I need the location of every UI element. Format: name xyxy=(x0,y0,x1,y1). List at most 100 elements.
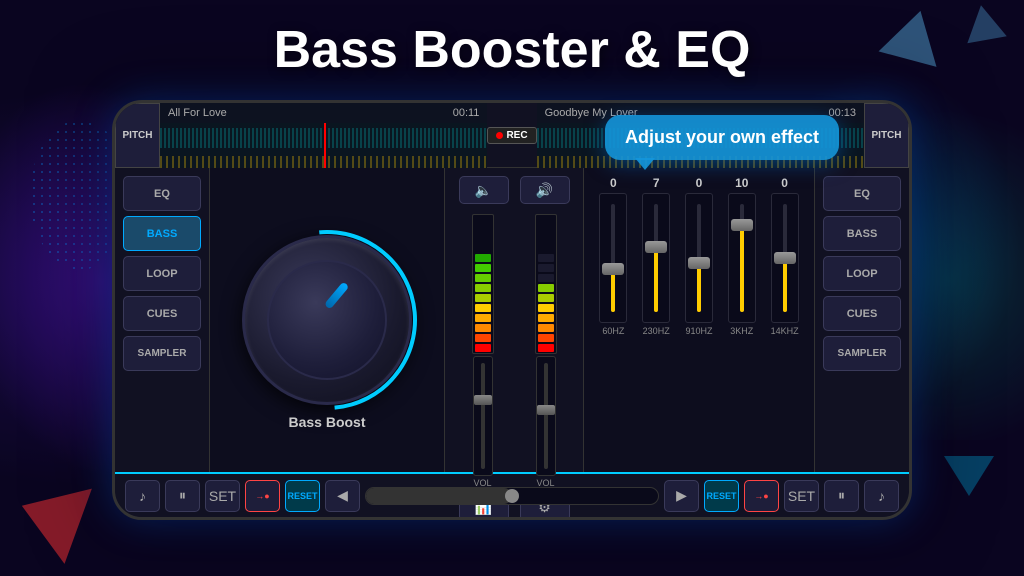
left-loop-btn[interactable]: LOOP xyxy=(123,256,201,291)
right-cues-btn[interactable]: CUES xyxy=(823,296,901,331)
left-track-time: 00:11 xyxy=(453,107,480,119)
eq-thumb-60hz[interactable] xyxy=(602,263,624,275)
pause-icon-right: ⏸ xyxy=(838,487,845,504)
left-bass-btn[interactable]: BASS xyxy=(123,216,201,251)
eq-track-230hz xyxy=(654,204,658,313)
vu-sliders: VOL xyxy=(453,214,575,488)
vol-fader-left[interactable] xyxy=(473,356,493,476)
eq-fill-910hz xyxy=(697,263,701,312)
pause-btn-right[interactable]: ⏸ xyxy=(824,480,859,512)
knob-inner[interactable] xyxy=(267,260,387,380)
pitch-btn-left[interactable]: PITCH xyxy=(115,103,160,168)
reset-btn-left[interactable]: RESET xyxy=(285,480,320,512)
arrow-red-icon-right: →● xyxy=(754,491,768,501)
main-content: EQ BASS LOOP CUES SAMPLER Bass Boost xyxy=(115,168,909,472)
music-btn-left[interactable]: ♪ xyxy=(125,480,160,512)
progress-thumb[interactable] xyxy=(505,489,519,503)
vol-down-icon: 🔈 xyxy=(475,182,492,199)
eq-fader-3khz[interactable] xyxy=(728,193,756,323)
left-panel: EQ BASS LOOP CUES SAMPLER xyxy=(115,168,210,472)
pause-icon-left: ⏸ xyxy=(179,487,186,504)
mixer-icons: 🔈 🔊 xyxy=(453,176,575,204)
eq-val-910hz: 0 xyxy=(684,176,714,190)
vol-fader-thumb-right[interactable] xyxy=(537,405,555,415)
playhead xyxy=(324,123,326,168)
right-eq-btn[interactable]: EQ xyxy=(823,176,901,211)
eq-fill-60hz xyxy=(611,269,615,313)
eq-freq-230hz: 230HZ xyxy=(643,326,670,336)
prev-btn[interactable]: ◀ xyxy=(325,480,360,512)
left-track-name: All For Love xyxy=(168,107,227,119)
set-btn-left[interactable]: SET xyxy=(205,480,240,512)
rec-button[interactable]: REC xyxy=(487,127,536,144)
arrow-red-btn[interactable]: →● xyxy=(245,480,280,512)
pitch-btn-right[interactable]: PITCH xyxy=(864,103,909,168)
knob-container[interactable]: Bass Boost xyxy=(242,235,412,405)
vu-meter-left-group: VOL xyxy=(453,214,512,488)
progress-bar[interactable] xyxy=(365,487,659,505)
eq-thumb-230hz[interactable] xyxy=(645,241,667,253)
eq-val-60hz: 0 xyxy=(598,176,628,190)
next-icon: ▶ xyxy=(676,487,687,504)
eq-fader-910hz[interactable] xyxy=(685,193,713,323)
eq-freq-910hz: 910HZ xyxy=(685,326,712,336)
next-btn[interactable]: ▶ xyxy=(664,480,699,512)
left-sampler-btn[interactable]: SAMPLER xyxy=(123,336,201,371)
eq-fader-60hz[interactable] xyxy=(599,193,627,323)
vol-fader-track-left xyxy=(481,363,485,469)
vol-up-btn[interactable]: 🔊 xyxy=(520,176,570,204)
eq-thumb-3khz[interactable] xyxy=(731,219,753,231)
eq-thumb-910hz[interactable] xyxy=(688,257,710,269)
pause-btn-left[interactable]: ⏸ xyxy=(165,480,200,512)
arrow-red-icon: →● xyxy=(255,491,269,501)
mixer-section: 🔈 🔊 xyxy=(444,168,584,472)
vol-fader-right[interactable] xyxy=(536,356,556,476)
right-bass-btn[interactable]: BASS xyxy=(823,216,901,251)
tooltip-text: Adjust your own effect xyxy=(625,127,819,147)
eq-val-14khz: 0 xyxy=(770,176,800,190)
eq-track-14khz xyxy=(783,204,787,313)
music-btn-right[interactable]: ♪ xyxy=(864,480,899,512)
eq-col-3khz: 10 3KHZ xyxy=(727,176,757,336)
eq-fader-14khz[interactable] xyxy=(771,193,799,323)
eq-freq-14khz: 14KHZ xyxy=(771,326,799,336)
right-sampler-btn[interactable]: SAMPLER xyxy=(823,336,901,371)
set-btn-right[interactable]: SET xyxy=(784,480,819,512)
left-cues-btn[interactable]: CUES xyxy=(123,296,201,331)
knob-outer[interactable] xyxy=(242,235,412,405)
arrow-red-btn-right[interactable]: →● xyxy=(744,480,779,512)
vol-down-btn[interactable]: 🔈 xyxy=(459,176,509,204)
eq-fill-14khz xyxy=(783,258,787,312)
prev-icon: ◀ xyxy=(337,487,348,504)
triangle-bottom-right xyxy=(944,456,994,496)
eq-track-910hz xyxy=(697,204,701,313)
phone-frame: PITCH All For Love 00:11 REC Goodbye My … xyxy=(112,100,912,520)
left-eq-btn[interactable]: EQ xyxy=(123,176,201,211)
eq-col-14khz: 0 14KHZ xyxy=(770,176,800,336)
reset-btn-right[interactable]: RESET xyxy=(704,480,739,512)
center-area: Bass Boost xyxy=(210,168,444,472)
waveform-visual-left xyxy=(160,123,487,168)
waveform-section-left: All For Love 00:11 xyxy=(160,103,487,168)
eq-fill-3khz xyxy=(740,225,744,312)
set-label-right: SET xyxy=(788,488,815,504)
rec-label: REC xyxy=(506,130,527,141)
eq-val-230hz: 7 xyxy=(641,176,671,190)
eq-fader-230hz[interactable] xyxy=(642,193,670,323)
rec-dot xyxy=(496,132,503,139)
eq-thumb-14khz[interactable] xyxy=(774,252,796,264)
music-icon-right: ♪ xyxy=(878,488,885,504)
knob-label: Bass Boost xyxy=(227,414,427,430)
vu-meter-right xyxy=(535,214,557,354)
vol-fader-track-right xyxy=(544,363,548,469)
eq-track-60hz xyxy=(611,204,615,313)
eq-section: 0 60HZ 7 xyxy=(584,168,814,472)
eq-col-60hz: 0 60HZ xyxy=(598,176,628,336)
knob-indicator xyxy=(324,281,349,309)
right-loop-btn[interactable]: LOOP xyxy=(823,256,901,291)
waveform-top-bar-left: All For Love 00:11 xyxy=(160,103,487,123)
vol-up-icon: 🔊 xyxy=(536,182,553,199)
progress-fill xyxy=(366,488,512,504)
vol-fader-thumb-left[interactable] xyxy=(474,395,492,405)
eq-track-3khz xyxy=(740,204,744,313)
